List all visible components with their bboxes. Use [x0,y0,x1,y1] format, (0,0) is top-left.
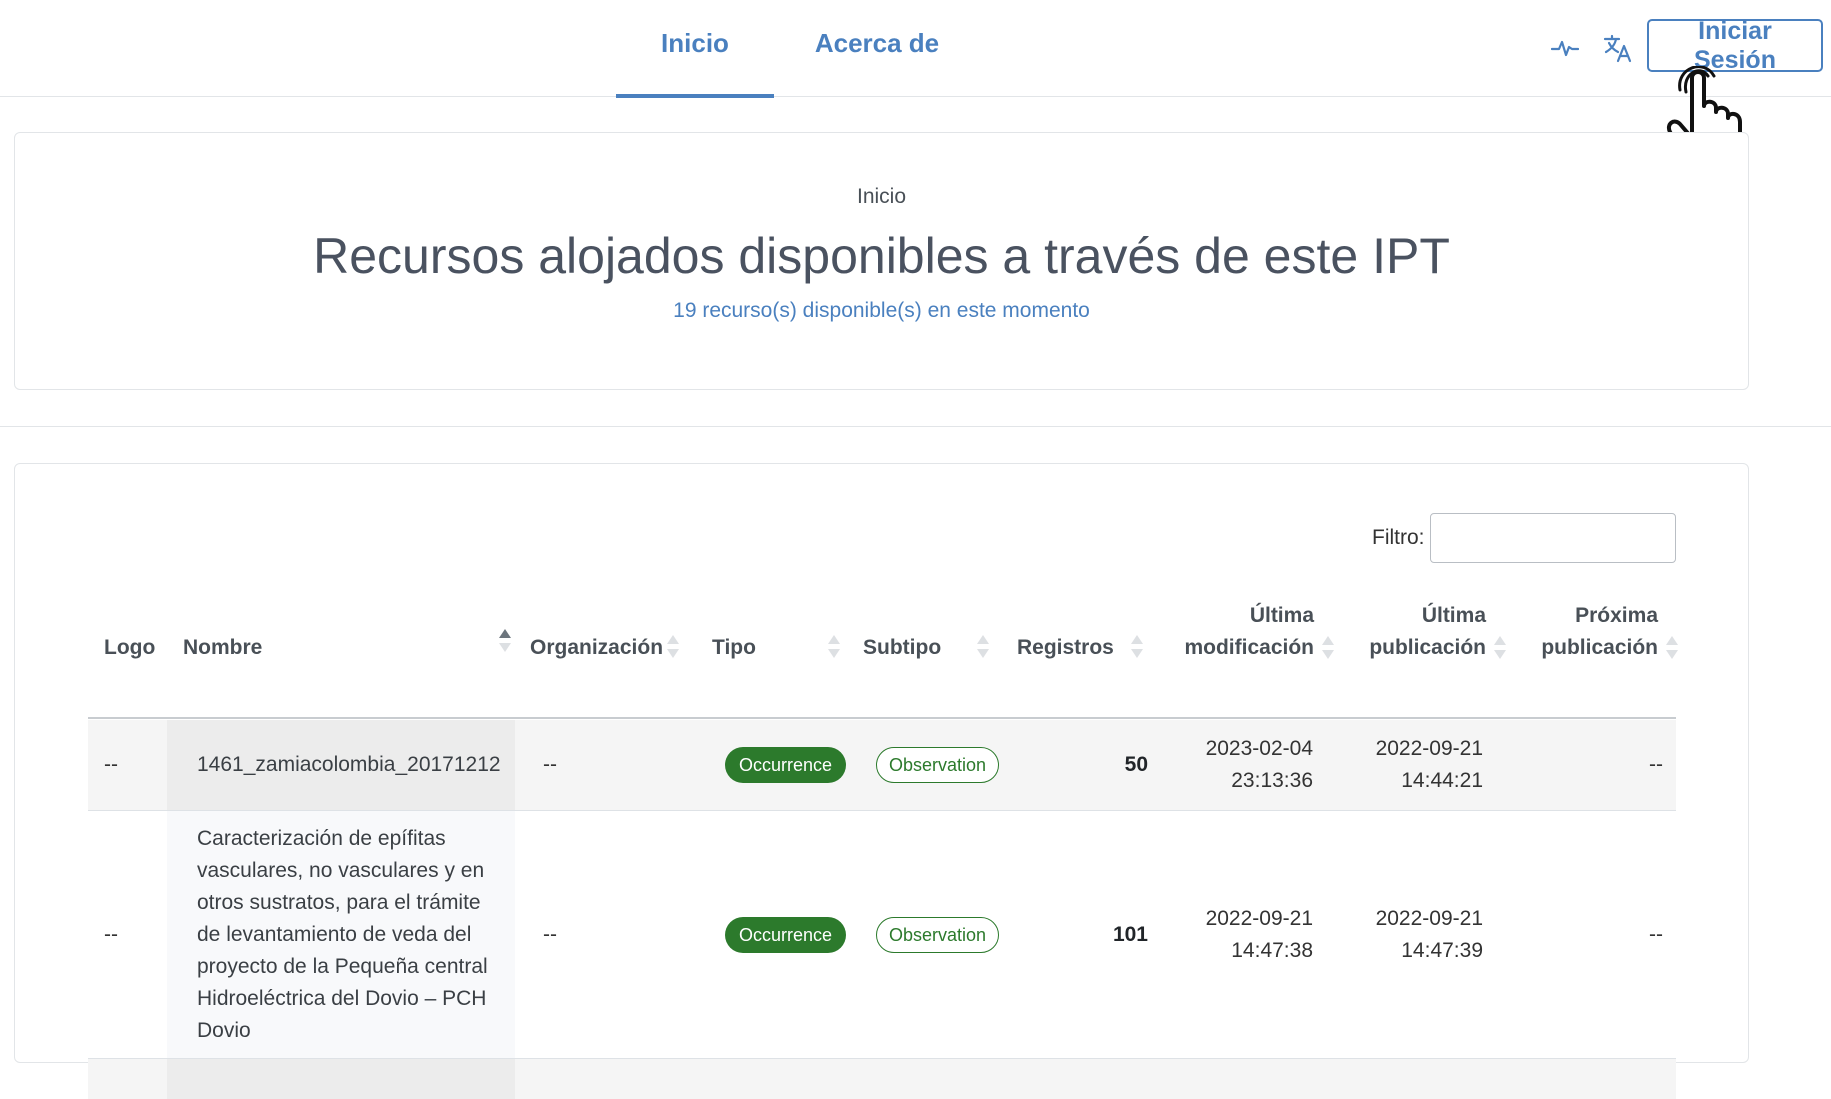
subtype-badge: Observation [876,917,1000,953]
last-published-date: 2022-09-21 [1375,737,1483,760]
activity-icon[interactable] [1545,28,1585,68]
sort-icon [1131,635,1143,661]
logo-cell: -- [104,753,118,776]
last-modified-date: 2023-02-04 [1205,737,1313,760]
next-published-cell: -- [1649,923,1663,946]
dataset-name-link[interactable]: 1461_zamiacolombia_20171212 [197,749,501,781]
sort-icon [977,635,989,661]
active-tab-indicator [616,94,774,98]
resource-count: 19 recurso(s) disponible(s) en este mome… [673,299,1090,322]
column-header-next-published[interactable]: Próxima publicación [1518,600,1680,664]
column-header-last-modified-line1: Última [1249,604,1314,627]
column-header-next-published-line2: publicación [1541,636,1658,659]
translate-icon[interactable] [1598,28,1638,68]
nav-tab-about-label: Acerca de [814,28,940,58]
breadcrumb: Inicio [856,185,907,208]
column-header-last-published-line1: Última [1421,604,1486,627]
last-published-time: 14:47:39 [1401,939,1483,962]
sort-icon [1322,636,1334,662]
column-header-logo-label: Logo [104,636,156,659]
column-header-next-published-line1: Próxima [1575,604,1658,627]
column-header-type-label: Tipo [712,636,756,659]
column-header-records[interactable]: Registros [1017,632,1147,664]
last-modified-time: 23:13:36 [1231,769,1313,792]
column-header-last-published-line2: publicación [1369,636,1486,659]
sort-icon [1666,636,1678,662]
column-header-name[interactable]: Nombre [183,629,513,664]
column-header-last-published[interactable]: Última publicación [1350,600,1508,664]
records-count: 50 [1124,753,1148,776]
resources-table-card: Filtro: Logo Nombre Organización Tipo Su… [14,463,1749,1099]
dataset-name-line: Caracterización de epífitas [197,827,446,850]
table-row[interactable] [88,1059,1676,1099]
last-published-date: 2022-09-21 [1375,907,1483,930]
last-modified-date: 2022-09-21 [1205,907,1313,930]
top-navbar: Inicio Acerca de Iniciar Sesión [0,0,1831,98]
column-header-organization-label: Organización [530,636,664,659]
section-divider [0,426,1831,427]
column-header-subtype-label: Subtipo [863,636,942,659]
column-header-organization[interactable]: Organización [530,632,680,664]
dataset-name-line: Dovio [197,1019,251,1042]
dataset-name-line: proyecto de la Pequeña central [197,955,488,978]
page-header-card: Inicio Recursos alojados disponibles a t… [14,132,1749,390]
filter-label: Filtro: [1372,526,1425,549]
last-published-time: 14:44:21 [1401,769,1483,792]
dataset-name-line: vasculares, no vasculares y en [197,859,485,882]
name-cell [167,1059,515,1099]
dataset-name-line: Hidroeléctrica del Dovio – PCH [197,987,487,1010]
column-header-name-label: Nombre [183,636,263,659]
dataset-name-line: otros sustratos, para el trámite [197,891,481,914]
sort-icon [499,629,511,655]
column-header-last-modified[interactable]: Última modificación [1168,600,1336,664]
dataset-name-link[interactable]: Caracterización de epífitas vasculares, … [197,823,507,1047]
next-published-cell: -- [1649,753,1663,776]
filter-input[interactable] [1430,513,1676,563]
subtype-badge: Observation [876,747,1000,783]
records-count: 101 [1112,923,1148,946]
table-row[interactable]: -- 1461_zamiacolombia_20171212 -- Occurr… [88,720,1676,811]
sort-icon [667,635,679,661]
column-header-logo: Logo [104,632,155,664]
column-header-records-label: Registros [1017,636,1114,659]
table-row[interactable]: -- Caracterización de epífitas vasculare… [88,811,1676,1059]
organization-cell: -- [543,923,557,946]
page-title: Recursos alojados disponibles a través d… [313,228,1450,284]
type-badge: Occurrence [725,917,847,953]
nav-tab-home-label: Inicio [661,28,729,58]
logo-cell: -- [104,923,118,946]
sort-icon [1494,636,1506,662]
organization-cell: -- [543,753,557,776]
column-header-last-modified-line2: modificación [1184,636,1314,659]
column-header-subtype[interactable]: Subtipo [863,632,993,664]
login-button[interactable]: Iniciar Sesión [1647,17,1823,74]
type-badge: Occurrence [725,747,847,783]
nav-tab-home[interactable]: Inicio [616,0,774,98]
table-header: Logo Nombre Organización Tipo Subtipo Re… [88,576,1678,719]
column-header-type[interactable]: Tipo [712,632,842,664]
nav-tab-about[interactable]: Acerca de [812,0,942,97]
last-modified-time: 14:47:38 [1231,939,1313,962]
dataset-name-line: de levantamiento de veda del [197,923,472,946]
sort-icon [828,635,840,661]
